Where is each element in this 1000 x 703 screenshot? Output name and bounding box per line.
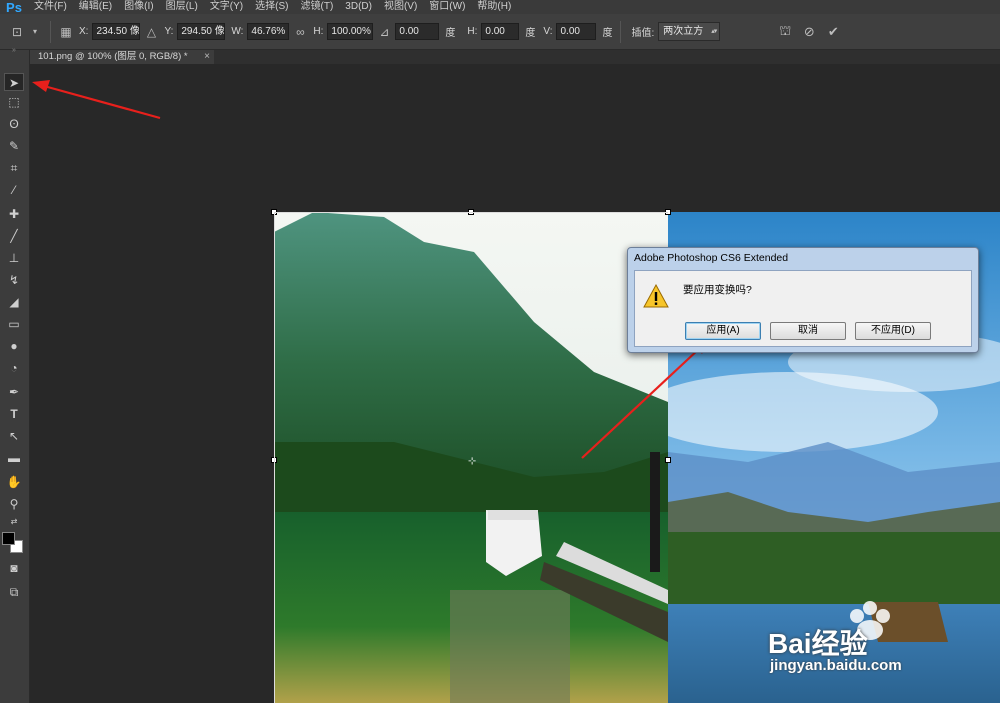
- cancel-button[interactable]: 取消: [770, 322, 846, 340]
- hskew-unit: 度: [525, 28, 536, 39]
- angle-field[interactable]: 0.00: [395, 23, 440, 40]
- dialog-body: 要应用变换吗? 应用(A) 取消 不应用(D): [634, 270, 972, 347]
- toolbox-collapse-icon[interactable]: »: [4, 47, 24, 54]
- vskew-label: V:: [543, 26, 553, 37]
- vskew-field[interactable]: 0.00: [556, 23, 597, 40]
- hand-tool-icon[interactable]: ✋: [4, 473, 24, 491]
- interpolation-label: 插值:: [631, 28, 655, 39]
- history-brush-tool-icon[interactable]: ↯: [4, 271, 24, 289]
- menu-select[interactable]: 选择(S): [249, 0, 294, 14]
- reference-point-icon[interactable]: ▦: [59, 25, 73, 39]
- w-label: W:: [231, 26, 244, 37]
- menu-layer[interactable]: 图层(L): [160, 0, 204, 14]
- interpolation-select[interactable]: 两次立方: [658, 22, 721, 41]
- dialog-title: Adobe Photoshop CS6 Extended: [634, 252, 789, 264]
- swap-colors-icon[interactable]: ⇄: [4, 513, 24, 531]
- gradient-tool-icon[interactable]: ▭: [4, 315, 24, 333]
- warning-icon: [643, 284, 669, 308]
- h-label: H:: [313, 26, 324, 37]
- menu-type[interactable]: 文字(Y): [204, 0, 249, 14]
- menu-image[interactable]: 图像(I): [118, 0, 159, 14]
- quick-mask-icon[interactable]: ◙: [4, 559, 24, 577]
- menu-3d[interactable]: 3D(D): [339, 0, 378, 14]
- zoom-tool-icon[interactable]: ⚲: [4, 495, 24, 513]
- photoshop-logo: Ps: [6, 0, 22, 15]
- document-tab-title: 101.png @ 100% (图层 0, RGB/8) *: [38, 51, 188, 62]
- menu-bar: Ps 文件(F) 编辑(E) 图像(I) 图层(L) 文字(Y) 选择(S) 滤…: [0, 0, 1000, 15]
- commit-transform-icon[interactable]: ✔: [826, 24, 840, 40]
- vskew-unit: 度: [602, 28, 613, 39]
- dialog-message: 要应用变换吗?: [683, 284, 752, 296]
- y-label: Y:: [164, 26, 174, 37]
- pivot-point-icon[interactable]: ⊹: [468, 456, 476, 467]
- y-field[interactable]: 294.50 像: [177, 23, 226, 40]
- eraser-tool-icon[interactable]: ◢: [4, 293, 24, 311]
- link-icon[interactable]: ∞: [293, 25, 307, 39]
- document-tab-bar: 101.png @ 100% (图层 0, RGB/8) * ×: [30, 50, 1000, 64]
- cancel-transform-icon[interactable]: ⊘: [802, 24, 816, 40]
- crop-tool-icon[interactable]: ⌗: [4, 159, 24, 177]
- dont-apply-button[interactable]: 不应用(D): [855, 322, 931, 340]
- menu-help[interactable]: 帮助(H): [471, 0, 517, 14]
- options-bar: ⊡ ▾ ▦ X: 234.50 像 △ Y: 294.50 像 W: 46.76…: [0, 14, 1000, 50]
- transform-bounding-line: [274, 212, 275, 703]
- lasso-tool-icon[interactable]: ʘ: [4, 115, 24, 133]
- transform-bounding-line: [274, 212, 668, 213]
- x-field[interactable]: 234.50 像: [92, 23, 141, 40]
- delta-icon[interactable]: △: [144, 25, 158, 39]
- type-tool-icon[interactable]: T: [4, 405, 24, 423]
- warp-mode-icon[interactable]: ⛫: [778, 23, 792, 41]
- blur-tool-icon[interactable]: ●: [4, 337, 24, 355]
- hskew-label: H:: [467, 26, 478, 37]
- watermark-url: jingyan.baidu.com: [770, 657, 902, 674]
- x-label: X:: [79, 26, 89, 37]
- toolbox: » ➤ ⬚ ʘ ✎ ⌗ ⁄ ✚ ╱ ⊥ ↯ ◢ ▭ ● ◔ ✒ T ↖ ▬ ✋ …: [0, 47, 30, 703]
- brush-tool-icon[interactable]: ╱: [4, 227, 24, 245]
- apply-button[interactable]: 应用(A): [685, 322, 761, 340]
- close-tab-icon[interactable]: ×: [204, 50, 210, 64]
- menu-view[interactable]: 视图(V): [378, 0, 423, 14]
- transform-handle[interactable]: [665, 457, 671, 463]
- screen-mode-icon[interactable]: ⧉: [4, 583, 24, 601]
- menu-filter[interactable]: 滤镜(T): [295, 0, 340, 14]
- path-select-tool-icon[interactable]: ↖: [4, 427, 24, 445]
- marquee-tool-icon[interactable]: ⬚: [4, 93, 24, 111]
- menu-window[interactable]: 窗口(W): [423, 0, 471, 14]
- hskew-field[interactable]: 0.00: [481, 23, 520, 40]
- foreground-color-swatch[interactable]: [2, 532, 15, 545]
- move-tool-icon[interactable]: ➤: [4, 73, 24, 91]
- dropdown-arrow-icon[interactable]: ▾: [28, 27, 42, 36]
- dodge-tool-icon[interactable]: ◔: [4, 359, 24, 377]
- pen-tool-icon[interactable]: ✒: [4, 383, 24, 401]
- menu-file[interactable]: 文件(F): [28, 0, 73, 14]
- quick-select-tool-icon[interactable]: ✎: [4, 137, 24, 155]
- angle-unit: 度: [445, 28, 456, 39]
- transform-tool-icon[interactable]: ⊡: [10, 25, 24, 39]
- clone-stamp-tool-icon[interactable]: ⊥: [4, 249, 24, 267]
- angle-icon: ⊿: [379, 24, 390, 39]
- separator: [50, 20, 51, 43]
- watermark-brand: Bai经验: [768, 628, 868, 659]
- healing-brush-tool-icon[interactable]: ✚: [4, 205, 24, 223]
- rectangle-tool-icon[interactable]: ▬: [4, 449, 24, 467]
- menu-edit[interactable]: 编辑(E): [73, 0, 118, 14]
- width-field[interactable]: 46.76%: [247, 23, 290, 40]
- eyedropper-tool-icon[interactable]: ⁄: [4, 181, 24, 199]
- separator: [620, 20, 622, 43]
- document-tab[interactable]: 101.png @ 100% (图层 0, RGB/8) * ×: [30, 50, 214, 64]
- height-field[interactable]: 100.00%: [327, 23, 374, 40]
- apply-transform-dialog: Adobe Photoshop CS6 Extended 要应用变换吗? 应用(…: [627, 247, 979, 353]
